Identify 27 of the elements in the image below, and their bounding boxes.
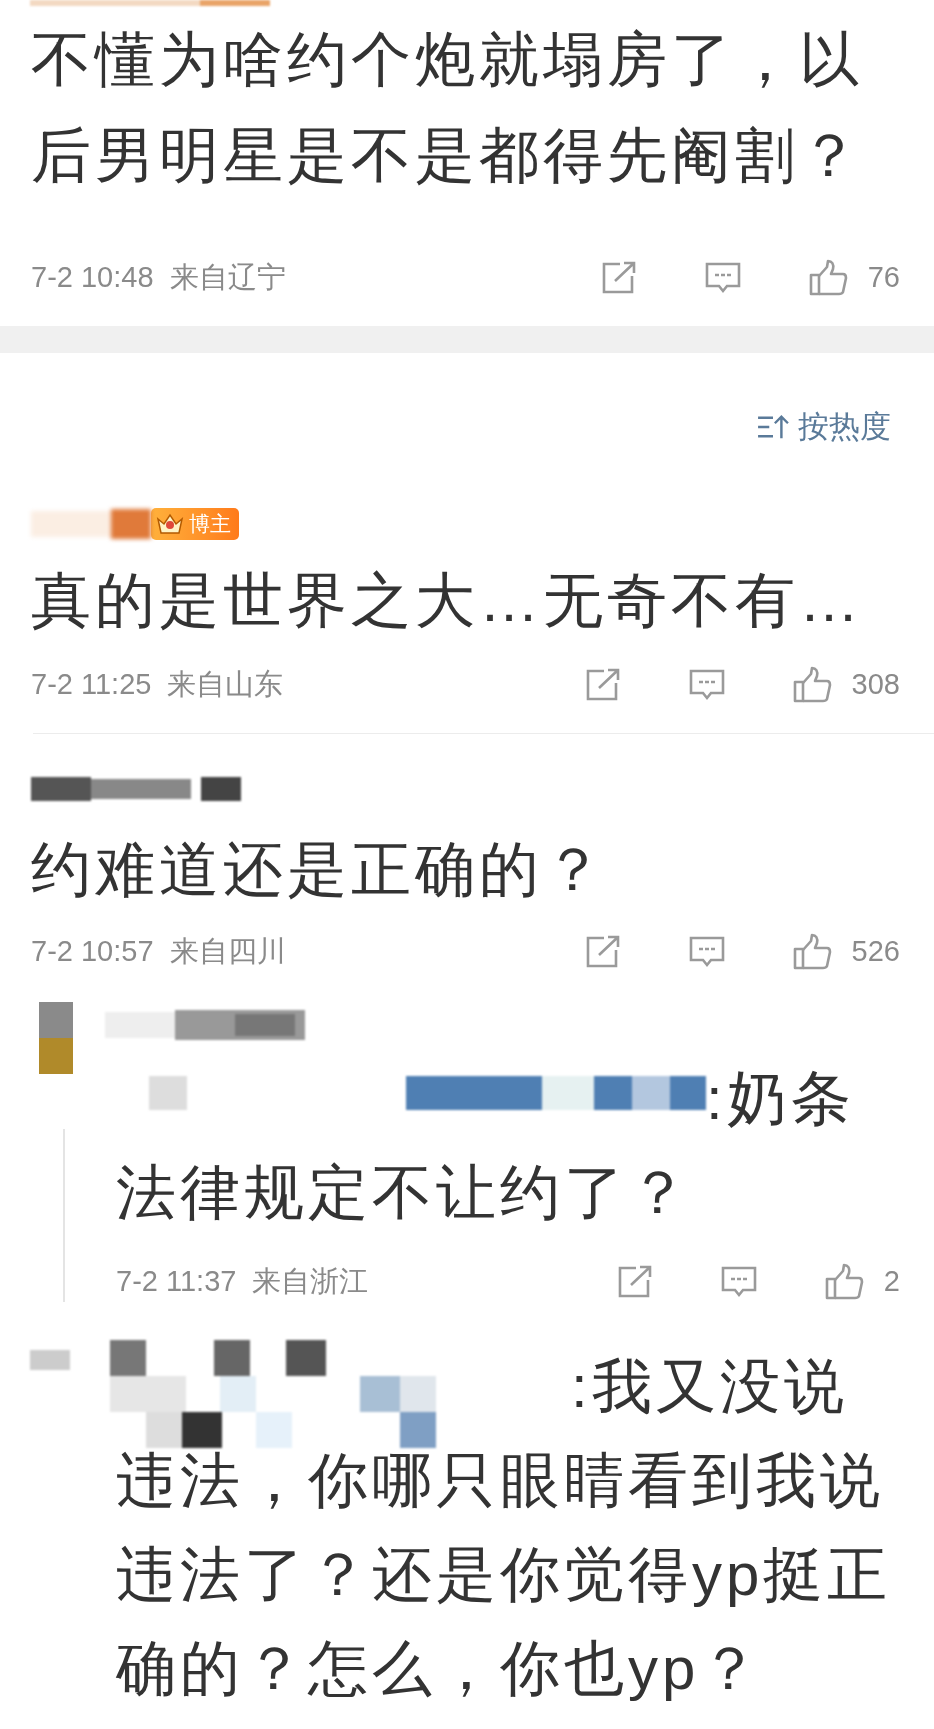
reply-text: 违法，你哪只眼睛看到我说违法了？还是你觉得yp挺正确的？怎么，你也yp？ — [116, 1446, 893, 1704]
comment-text: 不懂为啥约个炮就塌房了，以后男明星是不是都得先阉割？ — [31, 25, 864, 191]
sort-button[interactable]: 按热度 — [756, 407, 891, 447]
reply-text: :我又没说 — [571, 1353, 848, 1420]
comment-location: 来自浙江 — [252, 1264, 369, 1300]
comment-time: 7-2 11:25 — [31, 667, 152, 703]
like-count: 526 — [851, 934, 900, 970]
reply-text: 法律规定不让约了？ — [116, 1158, 693, 1228]
reply-text: :奶条 — [706, 1065, 855, 1132]
like-count: 308 — [851, 667, 900, 703]
thumbs-up-icon[interactable] — [791, 933, 832, 971]
thumbs-up-icon[interactable] — [823, 1263, 864, 1301]
crown-icon — [155, 511, 185, 537]
comment-time: 7-2 10:48 — [31, 260, 154, 296]
comment-time: 7-2 11:37 — [116, 1264, 237, 1300]
thumbs-up-icon[interactable] — [791, 666, 832, 704]
comment-location: 来自辽宁 — [169, 260, 286, 296]
blogger-badge: 博主 — [151, 508, 239, 540]
comment-text: 约难道还是正确的？ — [31, 835, 608, 905]
like-count: 2 — [883, 1264, 900, 1300]
sort-icon[interactable] — [756, 413, 790, 441]
comment-text: 真的是世界之大…无奇不有… — [31, 566, 864, 636]
like-count: 76 — [867, 260, 900, 296]
comment-location: 来自四川 — [169, 934, 286, 970]
comment-location: 来自山东 — [167, 667, 284, 703]
comment-time: 7-2 10:57 — [31, 934, 154, 970]
thumbs-up-icon[interactable] — [807, 259, 848, 297]
